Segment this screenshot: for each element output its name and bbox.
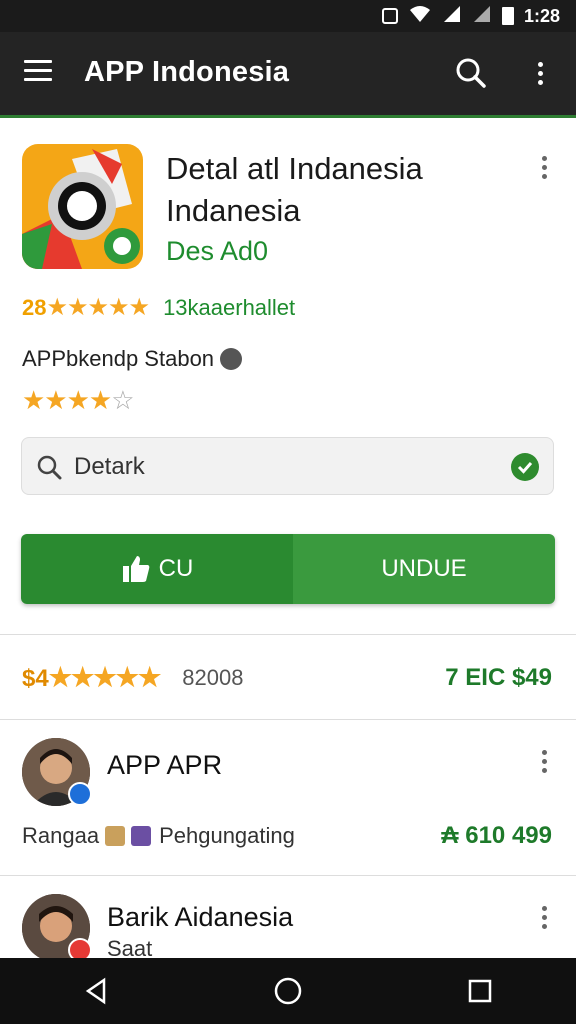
recents-icon[interactable] (460, 971, 500, 1011)
list-item[interactable]: APP APR Rangaa Pehgungating ₳ 610 499 (0, 720, 576, 876)
system-nav-bar (0, 958, 576, 1024)
search-icon[interactable] (454, 56, 488, 90)
home-icon[interactable] (268, 971, 308, 1011)
list-item-more-icon[interactable] (537, 906, 551, 932)
download-button[interactable]: UNDUE (293, 534, 555, 604)
app-bar: APP Indonesia (0, 32, 576, 118)
list-item-more-icon[interactable] (537, 750, 551, 776)
meta-text: APPbkendp Stabon (22, 346, 215, 371)
action-buttons: CU UNDUE (21, 534, 555, 604)
review-count[interactable]: 13kaaerhallet (163, 295, 295, 321)
search-field[interactable] (21, 437, 554, 495)
app-bar-title: APP Indonesia (84, 56, 290, 88)
emoji-icon (105, 826, 126, 846)
battery-icon (501, 7, 514, 25)
category-icon (131, 826, 152, 846)
list-item-title: Barik Aidanesia (107, 902, 294, 932)
app-title: Detal atl Indanesia Indanesia (166, 151, 423, 228)
signal-icon-2 (472, 5, 492, 28)
verified-badge-icon (68, 782, 92, 806)
rating-row: 28 ★★★★★ 13kaaerhallet (22, 293, 295, 322)
like-label: CU (158, 555, 194, 582)
list-item-title: APP APR (107, 750, 223, 780)
status-bar: 1:28 (0, 0, 576, 32)
price-stars: ★★★★★ (48, 662, 162, 692)
search-input[interactable] (72, 448, 496, 486)
rating-value: 28 (22, 294, 47, 320)
overflow-menu-icon[interactable] (530, 56, 550, 96)
list-item-sub-left: Rangaa (22, 823, 100, 848)
search-field-icon (37, 455, 62, 480)
wifi-icon (408, 5, 432, 28)
price-left: $4★★★★★ (22, 662, 162, 693)
info-icon[interactable] (220, 348, 243, 370)
meta-row: APPbkendp Stabon (22, 346, 243, 372)
list-item-price[interactable]: ₳ 610 499 (441, 822, 552, 850)
notification-icon (381, 8, 398, 24)
price-right[interactable]: 7 EIC $49 (445, 664, 552, 692)
app-icon (22, 144, 143, 269)
clock-text: 1:28 (523, 5, 560, 26)
user-stars-filled: ★★★★ (22, 385, 112, 415)
price-section: $4★★★★★ 82008 7 EIC $49 (0, 634, 576, 720)
verified-check-icon (511, 453, 539, 481)
app-developer[interactable]: Des Ad0 (166, 236, 268, 267)
price-count: 82008 (182, 664, 244, 690)
back-icon[interactable] (76, 971, 116, 1011)
app-more-icon[interactable] (537, 156, 551, 182)
signal-icon (442, 5, 462, 28)
price-left-value: $4 (22, 665, 49, 692)
list-item[interactable]: Barik Aidanesia Saat (0, 876, 576, 962)
user-rating-stars[interactable]: ★★★★☆ (22, 385, 135, 416)
download-label: UNDUE (381, 555, 467, 582)
thumbs-up-icon (122, 556, 149, 582)
rating-stars: ★★★★★ (46, 294, 150, 321)
list-item-sub-mid: Pehgungating (159, 823, 295, 848)
app-detail-card: Detal atl Indanesia Indanesia Des Ad0 28… (0, 118, 576, 635)
like-button[interactable]: CU (21, 534, 293, 604)
user-stars-empty: ☆ (111, 385, 134, 415)
list-item-meta: Rangaa Pehgungating ₳ 610 499 (22, 822, 552, 850)
menu-icon[interactable] (24, 60, 52, 84)
